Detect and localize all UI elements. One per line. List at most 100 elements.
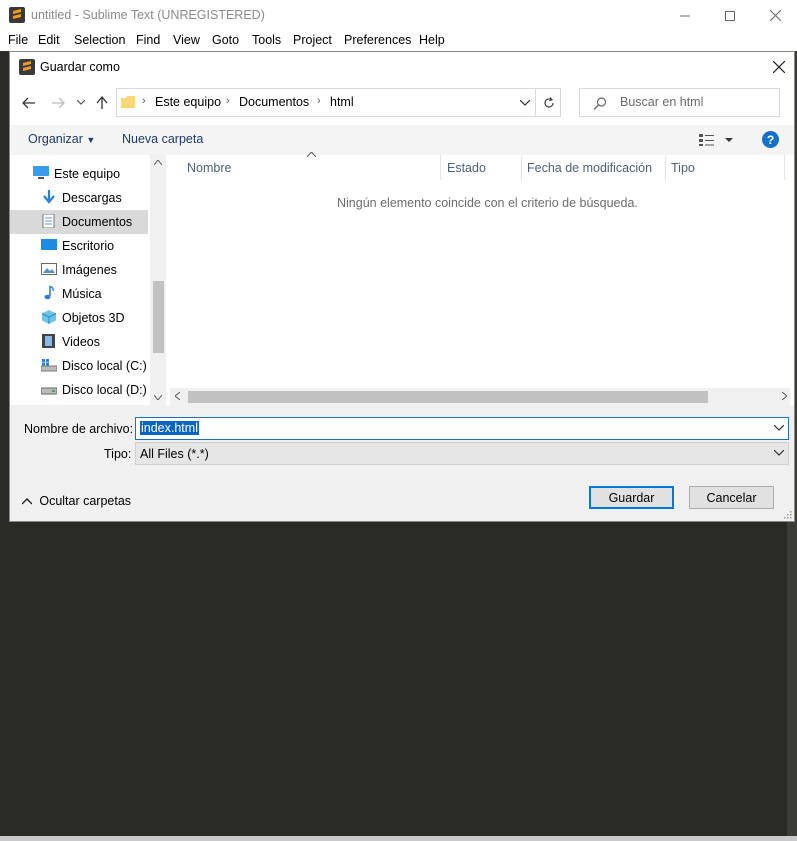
- chevron-up-icon: [21, 498, 33, 505]
- nav-scrollbar[interactable]: [150, 155, 166, 405]
- desktop-icon: [41, 239, 57, 250]
- horizontal-scroll-thumb[interactable]: [188, 391, 708, 403]
- minimize-button[interactable]: [662, 0, 708, 31]
- scroll-left-icon: [175, 392, 180, 400]
- nav-item-escritorio[interactable]: Escritorio: [10, 234, 148, 258]
- view-options-button[interactable]: [698, 133, 738, 150]
- arrow-right-icon: [52, 97, 65, 109]
- close-icon: [772, 61, 785, 73]
- column-divider: [784, 155, 785, 180]
- column-divider: [665, 155, 666, 180]
- breadcrumb-documentos[interactable]: Documentos: [239, 95, 309, 109]
- menu-find[interactable]: Find: [136, 33, 160, 47]
- nav-item-disco-d[interactable]: Disco local (D:): [10, 378, 148, 402]
- file-list[interactable]: [166, 155, 794, 388]
- menu-preferences[interactable]: Preferences: [344, 33, 411, 47]
- arrow-up-icon: [96, 96, 108, 109]
- nav-item-disco-c[interactable]: Disco local (C:): [10, 354, 148, 378]
- app-titlebar: untitled - Sublime Text (UNREGISTERED): [0, 0, 797, 31]
- nav-item-videos[interactable]: Videos: [10, 330, 148, 354]
- back-button[interactable]: [18, 91, 40, 115]
- view-list-icon: [699, 134, 733, 146]
- folder-icon: [121, 95, 135, 109]
- filename-label: Nombre de archivo:: [24, 422, 134, 436]
- nav-item-imagenes[interactable]: Imágenes: [10, 258, 148, 282]
- organize-button[interactable]: Organizar ▼: [28, 132, 95, 146]
- music-icon: [44, 286, 54, 300]
- status-bar: [0, 836, 797, 841]
- maximize-button[interactable]: [707, 0, 753, 31]
- nav-item-musica[interactable]: Música: [10, 282, 148, 306]
- cube-3d-icon: [41, 310, 57, 324]
- drive-icon: [41, 387, 57, 395]
- filename-value: index.html: [140, 421, 199, 435]
- help-icon[interactable]: ?: [762, 131, 779, 148]
- cancel-button[interactable]: Cancelar: [689, 486, 774, 509]
- file-type-select[interactable]: All Files (*.*): [135, 442, 789, 465]
- menu-view[interactable]: View: [173, 33, 200, 47]
- navigation-pane: Este equipo Descargas Documentos Escrito…: [10, 155, 150, 405]
- hide-folders-toggle[interactable]: Ocultar carpetas: [21, 494, 131, 508]
- up-button[interactable]: [91, 91, 113, 115]
- nav-item-este-equipo[interactable]: Este equipo: [10, 162, 148, 186]
- new-folder-button[interactable]: Nueva carpeta: [122, 132, 203, 146]
- close-window-button[interactable]: [752, 0, 797, 31]
- chevron-down-icon: [77, 100, 85, 105]
- nav-item-documentos[interactable]: Documentos: [10, 210, 148, 234]
- menu-help[interactable]: Help: [419, 33, 445, 47]
- column-tipo[interactable]: Tipo: [671, 161, 695, 175]
- type-label: Tipo:: [104, 447, 132, 461]
- drive-windows-icon: [41, 359, 57, 372]
- nav-item-descargas[interactable]: Descargas: [10, 186, 148, 210]
- video-icon: [42, 334, 55, 348]
- file-type-value: All Files (*.*): [140, 447, 209, 461]
- menu-project[interactable]: Project: [293, 33, 332, 47]
- address-bar[interactable]: › Este equipo › Documentos › html: [116, 88, 561, 117]
- menu-bar: File Edit Selection Find View Goto Tools…: [0, 31, 797, 51]
- chevron-right-icon: ›: [142, 95, 146, 107]
- forward-button[interactable]: [47, 91, 69, 115]
- refresh-icon: [544, 96, 554, 108]
- nav-scroll-thumb[interactable]: [153, 281, 164, 353]
- breadcrumb-este-equipo[interactable]: Este equipo: [155, 95, 221, 109]
- chevron-down-icon: [773, 447, 785, 459]
- nav-item-objetos-3d[interactable]: Objetos 3D: [10, 306, 148, 330]
- scroll-down-icon: [154, 395, 162, 400]
- column-nombre[interactable]: Nombre: [187, 161, 231, 175]
- dialog-toolbar: Organizar ▼ Nueva carpeta ?: [10, 125, 794, 155]
- search-input[interactable]: Buscar en html: [579, 88, 780, 117]
- breadcrumb-html[interactable]: html: [330, 95, 354, 109]
- search-icon: [593, 97, 607, 110]
- save-as-dialog: Guardar como › Este equipo › Documentos …: [9, 51, 795, 522]
- chevron-right-icon: ›: [226, 95, 230, 107]
- menu-edit[interactable]: Edit: [38, 33, 60, 47]
- close-dialog-button[interactable]: [762, 52, 795, 82]
- recent-locations-button[interactable]: [72, 91, 90, 115]
- menu-goto[interactable]: Goto: [212, 33, 239, 47]
- download-icon: [43, 190, 55, 204]
- pictures-icon: [41, 263, 57, 275]
- menu-selection[interactable]: Selection: [74, 33, 125, 47]
- chevron-down-icon: [520, 100, 530, 106]
- empty-message: Ningún elemento coincide con el criterio…: [337, 196, 638, 210]
- filename-input[interactable]: index.html: [135, 417, 789, 440]
- resize-grip-icon[interactable]: [782, 509, 792, 519]
- chevron-down-icon[interactable]: [773, 422, 785, 434]
- search-placeholder: Buscar en html: [620, 95, 704, 109]
- column-estado[interactable]: Estado: [447, 161, 486, 175]
- column-divider: [440, 155, 441, 180]
- app-title: untitled - Sublime Text (UNREGISTERED): [31, 8, 265, 22]
- scroll-up-icon: [154, 160, 162, 165]
- menu-file[interactable]: File: [8, 33, 28, 47]
- sublime-logo-icon: [9, 7, 25, 23]
- arrow-left-icon: [22, 97, 35, 109]
- dialog-title: Guardar como: [40, 60, 120, 74]
- save-button[interactable]: Guardar: [589, 486, 674, 509]
- refresh-button[interactable]: [535, 89, 562, 116]
- chevron-right-icon: ›: [317, 95, 321, 107]
- column-fecha[interactable]: Fecha de modificación: [527, 161, 652, 175]
- menu-tools[interactable]: Tools: [252, 33, 281, 47]
- sort-up-icon: [307, 152, 316, 157]
- address-dropdown-button[interactable]: [515, 93, 535, 113]
- computer-icon: [33, 166, 49, 179]
